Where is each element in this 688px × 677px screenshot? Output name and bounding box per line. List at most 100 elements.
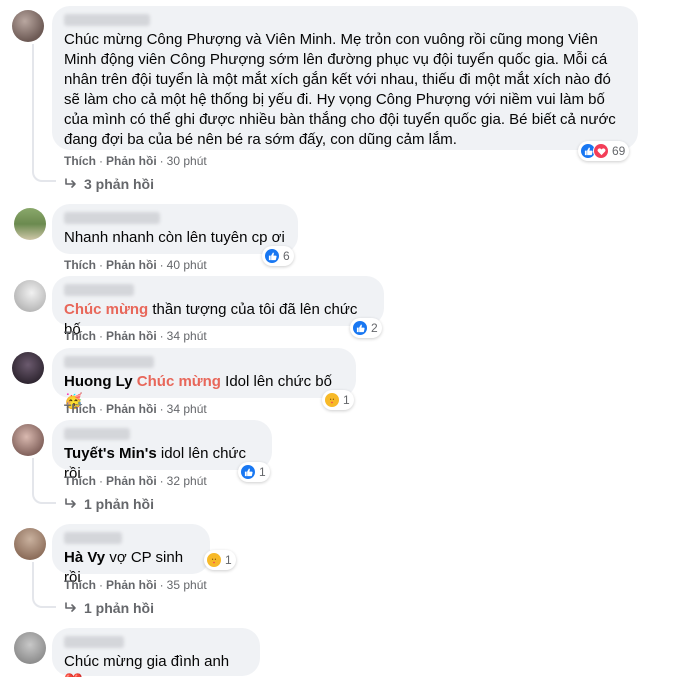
comment-body: Chúc mừng gia đình anh (64, 653, 230, 670)
reaction-count: 6 (283, 249, 290, 263)
separator: · (159, 154, 164, 168)
like-button[interactable]: Thích (64, 402, 96, 416)
reply-arrow-icon (65, 602, 76, 612)
thread-hook (32, 594, 56, 608)
reaction-summary[interactable]: 6 (262, 246, 294, 266)
reaction-count: 1 (225, 553, 232, 567)
comment-actions: Thích · Phản hồi · 34 phút (64, 402, 207, 416)
reply-button[interactable]: Phản hồi (106, 402, 157, 416)
reply-arrow-icon (65, 498, 76, 508)
author-name[interactable] (64, 428, 130, 440)
timestamp: 30 phút (166, 154, 207, 168)
avatar[interactable] (14, 632, 46, 664)
author-name[interactable] (64, 212, 160, 224)
reaction-summary[interactable]: 1 (204, 550, 236, 570)
avatar[interactable] (12, 424, 44, 456)
reply-arrow-icon (65, 178, 76, 188)
like-icon (264, 248, 280, 264)
separator: · (159, 474, 164, 488)
avatar[interactable] (12, 10, 44, 42)
separator: · (99, 578, 103, 592)
care-icon (324, 392, 340, 408)
comment-bubble: Huong Ly Chúc mừng Idol lên chức bố 🥳 (52, 348, 356, 410)
comment-actions: Thích · Phản hồi · 34 phút (64, 329, 207, 343)
reaction-count: 2 (371, 321, 378, 335)
author-name[interactable] (64, 356, 154, 368)
separator: · (99, 258, 103, 272)
reaction-count: 69 (612, 144, 626, 158)
comment-bubble: Chúc mừng thần tượng của tôi đã lên chức… (52, 276, 384, 338)
author-name[interactable] (64, 14, 150, 26)
heart-emoji: ❤️ (64, 673, 83, 677)
reaction-count: 1 (343, 393, 350, 407)
separator: · (99, 402, 103, 416)
reaction-count: 1 (259, 465, 266, 479)
avatar[interactable] (12, 352, 44, 384)
highlight-text: Chúc mừng (136, 373, 221, 390)
separator: · (99, 329, 103, 343)
like-button[interactable]: Thích (64, 329, 96, 343)
comment-body: Idol lên chức bố (225, 373, 332, 390)
like-button[interactable]: Thích (64, 578, 96, 592)
avatar[interactable] (14, 528, 46, 560)
love-icon (593, 143, 609, 159)
thread-line (32, 458, 34, 494)
like-button[interactable]: Thích (64, 474, 96, 488)
like-button[interactable]: Thích (64, 258, 96, 272)
tagged-user[interactable]: Hà Vy (64, 549, 105, 566)
comment-actions: Thích · Phản hồi · 30 phút (64, 154, 207, 168)
separator: · (99, 474, 103, 488)
reply-button[interactable]: Phản hồi (106, 329, 157, 343)
comment-text: Nhanh nhanh còn lên tuyên cp ơi (64, 229, 285, 246)
comment-actions: Thích · Phản hồi · 40 phút (64, 258, 207, 272)
thread-line (32, 44, 34, 172)
reply-button[interactable]: Phản hồi (106, 578, 157, 592)
like-button[interactable]: Thích (64, 154, 96, 168)
comment-actions: Thích · Phản hồi · 32 phút (64, 474, 207, 488)
view-replies-link[interactable]: 3 phản hồi (64, 176, 154, 192)
view-replies-link[interactable]: 1 phản hồi (64, 496, 154, 512)
comment-actions: Thích · Phản hồi · 35 phút (64, 578, 207, 592)
reaction-summary[interactable]: 2 (350, 318, 382, 338)
replies-count: 3 phản hồi (84, 176, 154, 192)
timestamp: 32 phút (166, 474, 207, 488)
separator: · (99, 154, 103, 168)
reaction-summary[interactable]: 1 (322, 390, 354, 410)
author-name[interactable] (64, 532, 122, 544)
replies-count: 1 phản hồi (84, 600, 154, 616)
reaction-summary[interactable]: 1 (238, 462, 270, 482)
comment-bubble: Hà Vy vợ CP sinh rồi (52, 524, 210, 586)
timestamp: 34 phút (166, 402, 207, 416)
reply-button[interactable]: Phản hồi (106, 154, 157, 168)
care-icon (206, 552, 222, 568)
thread-hook (32, 168, 56, 182)
thread-hook (32, 490, 56, 504)
separator: · (159, 329, 164, 343)
tagged-user[interactable]: Huong Ly (64, 373, 133, 390)
timestamp: 35 phút (166, 578, 207, 592)
timestamp: 34 phút (166, 329, 207, 343)
comment-bubble: Chúc mừng gia đình anh ❤️ (52, 628, 260, 677)
comment-text: Chúc mừng gia đình anh ❤️ (64, 652, 248, 677)
avatar[interactable] (14, 280, 46, 312)
view-replies-link[interactable]: 1 phản hồi (64, 600, 154, 616)
separator: · (159, 402, 164, 416)
reply-button[interactable]: Phản hồi (106, 474, 157, 488)
comment-bubble: Tuyết's Min's idol lên chức rồi (52, 420, 272, 482)
avatar[interactable] (14, 208, 46, 240)
reply-button[interactable]: Phản hồi (106, 258, 157, 272)
separator: · (159, 578, 164, 592)
reaction-summary[interactable]: 69 (578, 141, 630, 161)
comment-bubble: Nhanh nhanh còn lên tuyên cp ơi (52, 204, 298, 254)
separator: · (159, 258, 164, 272)
comment-text: Chúc mừng Công Phượng và Viên Minh. Mẹ t… (64, 31, 616, 148)
comment-bubble: Chúc mừng Công Phượng và Viên Minh. Mẹ t… (52, 6, 638, 150)
author-name[interactable] (64, 284, 134, 296)
tagged-user[interactable]: Tuyết's Min's (64, 445, 157, 462)
replies-count: 1 phản hồi (84, 496, 154, 512)
highlight-text: Chúc mừng (64, 301, 149, 318)
timestamp: 40 phút (166, 258, 207, 272)
author-name[interactable] (64, 636, 124, 648)
like-icon (352, 320, 368, 336)
thread-line (32, 562, 34, 598)
